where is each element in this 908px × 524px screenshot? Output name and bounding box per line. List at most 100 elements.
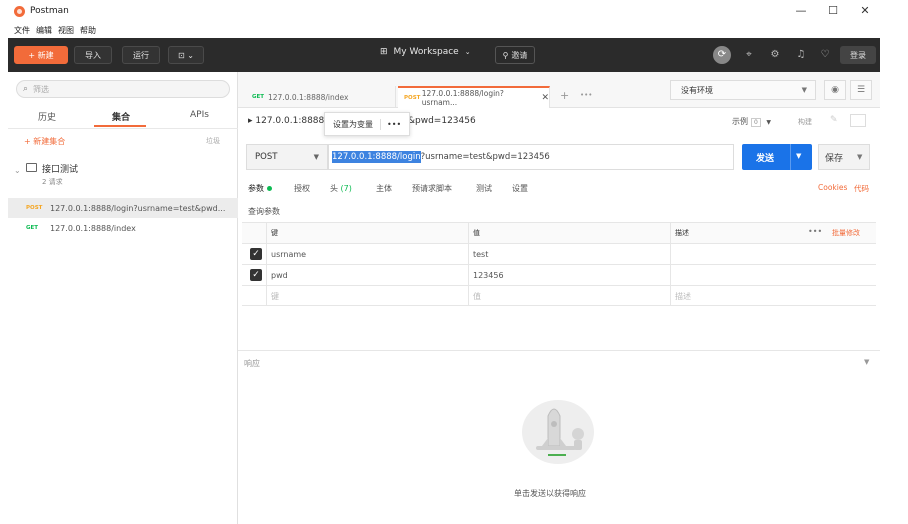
invite-button[interactable]: ⚲ 邀请 [495, 46, 535, 64]
caret-down-icon[interactable]: ▼ [796, 152, 801, 160]
filter-input[interactable]: ⌕ 筛选 [16, 80, 230, 98]
table-row: ✓ usrname test [242, 243, 876, 264]
send-button[interactable]: 发送 ▼ [742, 144, 812, 170]
maximize-button[interactable]: ☐ [825, 4, 841, 17]
cookies-link[interactable]: Cookies [818, 183, 847, 192]
table-row: ✓ pwd 123456 [242, 264, 876, 285]
menu-edit[interactable]: 编辑 [36, 25, 52, 36]
set-as-variable-button[interactable]: 设置为变量 [325, 118, 381, 130]
param-description-field[interactable] [670, 265, 876, 285]
add-tab-button[interactable]: + [560, 89, 569, 102]
tab-request-login[interactable]: POST 127.0.0.1:8888/login?usrnam... ✕ [398, 86, 550, 108]
workspace-label: My Workspace [393, 47, 459, 57]
heart-icon[interactable]: ♡ [818, 48, 832, 62]
new-collection-link[interactable]: + 新建集合 [24, 136, 65, 147]
search-icon: ⌕ [23, 84, 29, 94]
satellite-icon[interactable]: ⌖ [742, 48, 756, 62]
close-window-button[interactable]: ✕ [857, 4, 873, 17]
new-button[interactable]: + 新建 [14, 46, 68, 64]
tab-collections[interactable]: 集合 [112, 110, 130, 123]
tab-apis[interactable]: APIs [190, 110, 209, 120]
active-dot [267, 186, 272, 191]
request-item-login[interactable]: POST 127.0.0.1:8888/login?usrname=test&p… [8, 198, 238, 218]
tab-settings[interactable]: 设置 [512, 183, 528, 194]
title-bar: Postman — ☐ ✕ [8, 0, 880, 22]
caret-down-icon: ▼ [801, 86, 807, 94]
menu-view[interactable]: 视图 [58, 25, 74, 36]
close-tab-icon[interactable]: ✕ [541, 93, 549, 103]
pencil-icon[interactable]: ✎ [830, 115, 838, 125]
headers-label: 头 [330, 184, 338, 193]
collection-count: 2 请求 [42, 178, 63, 186]
collection-name: 接口测试 [42, 165, 79, 175]
tab-authorization[interactable]: 授权 [294, 183, 310, 194]
caret-down-icon: ▼ [313, 153, 319, 161]
caret-down-icon[interactable]: ▼ [864, 358, 869, 366]
tab-history[interactable]: 历史 [38, 110, 56, 123]
divider [8, 128, 238, 129]
examples-dropdown[interactable]: 示例 0 ▼ [732, 116, 771, 127]
method-select[interactable]: POST ▼ [246, 144, 328, 170]
tab-prerequest-script[interactable]: 预请求脚本 [412, 183, 452, 194]
caret-down-icon[interactable]: ▼ [857, 153, 862, 161]
open-new-button[interactable]: ⊡ ⌄ [168, 46, 204, 64]
param-value-field[interactable]: 123456 [468, 265, 670, 285]
login-button[interactable]: 登录 [840, 46, 876, 64]
tab-params[interactable]: 参数 [248, 183, 272, 194]
settings-icon[interactable]: ⚙ [768, 48, 782, 62]
url-input[interactable]: 127.0.0.1:8888/login ?usrname=test&pwd=12… [328, 144, 734, 170]
method-badge: GET [252, 94, 265, 100]
bell-icon[interactable]: ♫ [794, 48, 808, 62]
trash-link[interactable]: 垃圾 [206, 136, 220, 146]
params-table: 键 值 描述 ••• 批量修改 ✓ usrname test ✓ pwd 123… [242, 222, 876, 306]
new-value-field[interactable]: 值 [468, 286, 670, 306]
runner-button[interactable]: 运行 [122, 46, 160, 64]
chevron-down-icon: ⌄ [464, 48, 471, 56]
environment-select[interactable]: 没有环境 ▼ [670, 80, 816, 100]
sliders-icon[interactable]: ☰ [850, 80, 872, 100]
workspace-switcher[interactable]: ⊞ My Workspace ⌄ [380, 47, 471, 57]
url-selected-text: 127.0.0.1:8888/login [332, 151, 421, 163]
more-options-button[interactable]: ••• [808, 227, 822, 236]
response-hint: 单击发送以获得响应 [514, 489, 586, 498]
checkbox-checked-icon[interactable]: ✓ [250, 269, 262, 281]
minimize-button[interactable]: — [793, 4, 809, 17]
param-key-field[interactable]: pwd [266, 265, 468, 285]
tab-label: 127.0.0.1:8888/index [268, 92, 349, 102]
divider [238, 350, 880, 351]
collection-item[interactable]: ⌄ 接口测试 2 请求 [8, 160, 238, 192]
document-icon[interactable] [850, 114, 866, 127]
user-add-icon: ⚲ [502, 50, 509, 60]
examples-count: 0 [751, 118, 761, 127]
params-label: 参数 [248, 184, 264, 193]
eye-icon[interactable]: ◉ [824, 80, 846, 100]
request-tabbar: GET 127.0.0.1:8888/index POST 127.0.0.1:… [238, 72, 880, 108]
build-link[interactable]: 构建 [798, 117, 812, 127]
header-value: 值 [468, 223, 670, 243]
new-description-field[interactable]: 描述 [670, 286, 876, 306]
rocket-illustration [522, 400, 594, 464]
popup-more-button[interactable]: ••• [381, 120, 401, 129]
menu-help[interactable]: 帮助 [80, 25, 96, 36]
checkbox-checked-icon[interactable]: ✓ [250, 248, 262, 260]
chevron-down-icon[interactable]: ⌄ [14, 166, 21, 175]
request-breadcrumb[interactable]: ▸ 127.0.0.1:8888/l [248, 116, 330, 126]
request-item-index[interactable]: GET 127.0.0.1:8888/index [8, 218, 238, 238]
code-link[interactable]: 代码 [854, 183, 869, 194]
bulk-edit-link[interactable]: 批量修改 [832, 228, 860, 238]
more-tabs-button[interactable]: ••• [580, 91, 592, 99]
import-button[interactable]: 导入 [74, 46, 112, 64]
tab-headers[interactable]: 头 (7) [330, 183, 352, 194]
tab-request-index[interactable]: GET 127.0.0.1:8888/index [246, 86, 396, 108]
save-button[interactable]: 保存 ▼ [818, 144, 870, 170]
menu-file[interactable]: 文件 [14, 25, 30, 36]
param-description-field[interactable] [670, 244, 876, 264]
method-badge: POST [404, 95, 421, 101]
new-key-field[interactable]: 键 [266, 286, 468, 306]
caret-down-icon: ▼ [766, 119, 771, 126]
tab-tests[interactable]: 测试 [476, 183, 492, 194]
tab-body[interactable]: 主体 [376, 183, 392, 194]
sync-icon[interactable]: ⟳ [713, 46, 731, 64]
param-key-field[interactable]: usrname [266, 244, 468, 264]
param-value-field[interactable]: test [468, 244, 670, 264]
